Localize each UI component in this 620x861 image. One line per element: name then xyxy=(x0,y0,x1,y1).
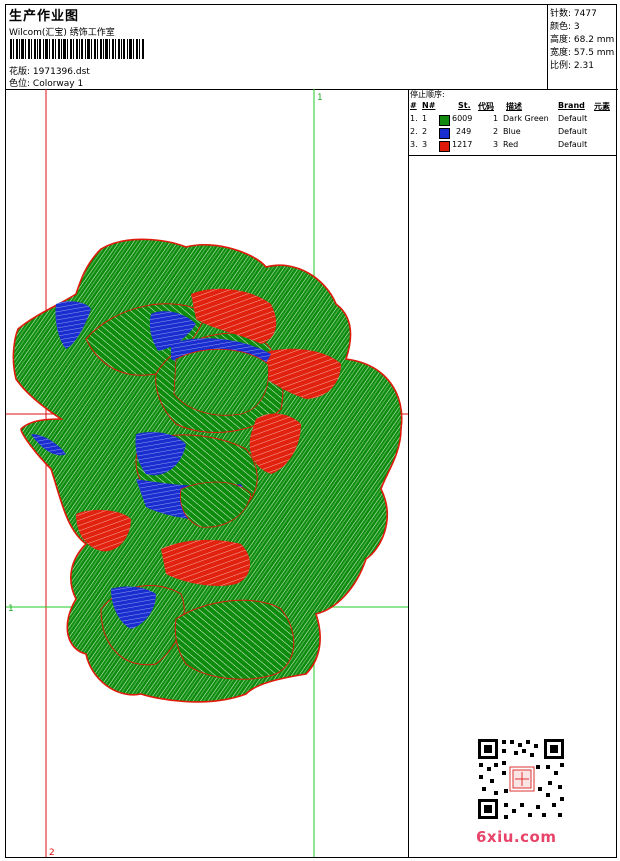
row-index: 3. xyxy=(410,140,418,149)
stop-sequence-title: 停止顺序: xyxy=(410,90,445,99)
stitch-count: 针数: 7477 xyxy=(550,9,597,19)
row-brand: Default xyxy=(558,127,588,136)
scale-value: 比例: 2.31 xyxy=(550,61,594,71)
row-index: 1. xyxy=(410,114,418,123)
qr-code-image xyxy=(476,737,566,821)
table-row: 3. 3 1217 3 Red Default xyxy=(408,140,616,153)
row-brand: Default xyxy=(558,114,588,123)
col-brand: Brand xyxy=(558,101,585,110)
row-code: 3 xyxy=(493,140,499,149)
stop-sequence-table: # N# St. 代码 描述 Brand 元素 1. 1 6009 1 Dark… xyxy=(408,101,616,153)
color-swatch xyxy=(439,141,450,152)
row-desc: Red xyxy=(503,140,519,149)
sheet-header: 生产作业图 Wilcom(汇宝) 绣饰工作室 花版: 1971396.dst 色… xyxy=(6,5,618,90)
row-brand: Default xyxy=(558,140,588,149)
row-code: 1 xyxy=(493,114,499,123)
row-stitches: 249 xyxy=(456,127,472,136)
row-stitches: 6009 xyxy=(452,114,473,123)
row-n: 3 xyxy=(422,140,428,149)
row-desc: Dark Green xyxy=(503,114,549,123)
col-element: 元素 xyxy=(594,102,610,111)
stop-sequence-panel: 停止顺序: # N# St. 代码 描述 Brand 元素 1. 1 6009 … xyxy=(408,89,616,156)
row-stitches: 1217 xyxy=(452,140,473,149)
col-hash: # xyxy=(410,101,417,110)
color-count: 颜色: 3 xyxy=(550,22,580,32)
col-desc: 描述 xyxy=(506,102,522,111)
design-height: 高度: 68.2 mm xyxy=(550,35,615,45)
col-st: St. xyxy=(458,101,471,110)
barcode-image xyxy=(10,39,144,59)
colorway-line: 色位: Colorway 1 xyxy=(9,76,83,89)
table-row: 1. 1 6009 1 Dark Green Default xyxy=(408,114,616,127)
row-n: 2 xyxy=(422,127,428,136)
page-title: 生产作业图 xyxy=(9,9,80,24)
company-name: Wilcom(汇宝) 绣饰工作室 xyxy=(9,28,115,38)
col-n: N# xyxy=(422,101,436,110)
design-width: 宽度: 57.5 mm xyxy=(550,48,615,58)
guide-top-label: 1 xyxy=(317,93,323,103)
row-index: 2. xyxy=(410,127,418,136)
table-row: 2. 2 249 2 Blue Default xyxy=(408,127,616,140)
col-code: 代码 xyxy=(478,102,494,111)
color-swatch xyxy=(439,128,450,139)
spec-panel: 针数: 7477 颜色: 3 高度: 68.2 mm 宽度: 57.5 mm 比… xyxy=(547,5,618,89)
colorway-value: Colorway 1 xyxy=(32,79,84,89)
guide-bottom-label: 2 xyxy=(49,848,55,857)
table-header: # N# St. 代码 描述 Brand 元素 xyxy=(408,101,616,114)
row-code: 2 xyxy=(493,127,499,136)
production-sheet: 生产作业图 Wilcom(汇宝) 绣饰工作室 花版: 1971396.dst 色… xyxy=(5,4,618,858)
guide-left-label: 1 xyxy=(8,604,14,614)
embroidery-preview: 1 1 2 xyxy=(6,89,408,858)
watermark-text: 6xiu.com xyxy=(476,828,557,846)
colorway-label: 色位: xyxy=(9,79,31,89)
color-swatch xyxy=(439,115,450,126)
design-preview: 1 1 2 xyxy=(6,89,409,858)
row-desc: Blue xyxy=(503,127,521,136)
row-n: 1 xyxy=(422,114,428,123)
